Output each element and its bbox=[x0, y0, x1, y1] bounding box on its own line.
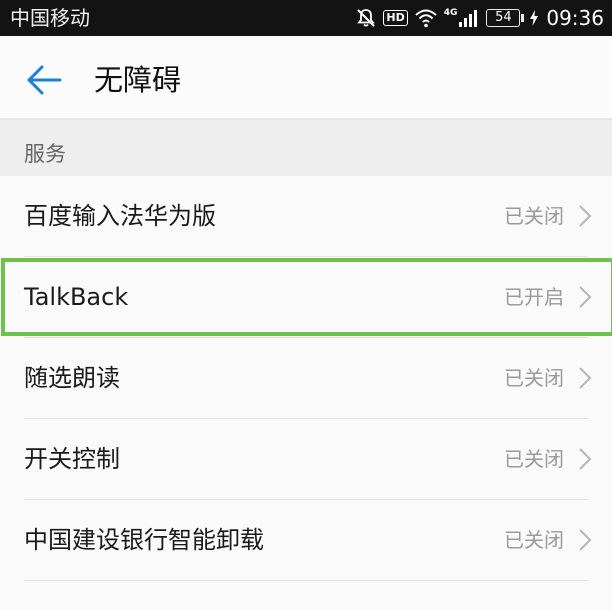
battery-icon: 54 bbox=[486, 9, 525, 27]
list-item-label: 百度输入法华为版 bbox=[24, 202, 216, 230]
list-item-label: 随选朗读 bbox=[24, 364, 120, 392]
arrow-left-icon bbox=[27, 65, 62, 95]
list-item-partial[interactable] bbox=[0, 581, 612, 610]
section-label: 服务 bbox=[24, 142, 66, 166]
wifi-icon bbox=[414, 8, 438, 28]
list-item-label: 开关控制 bbox=[24, 445, 120, 473]
list-item-status: 已关闭 bbox=[504, 366, 564, 390]
section-header: 服务 bbox=[0, 120, 612, 176]
chevron-right-icon bbox=[579, 205, 592, 227]
list-item-status: 已关闭 bbox=[504, 204, 564, 228]
list-item-status: 已关闭 bbox=[504, 528, 564, 552]
mute-icon bbox=[355, 7, 377, 29]
signal-icon: 4G bbox=[444, 8, 481, 28]
back-button[interactable] bbox=[22, 58, 66, 102]
page-title: 无障碍 bbox=[94, 63, 182, 97]
list-item-status: 已关闭 bbox=[504, 447, 564, 471]
battery-cap bbox=[521, 14, 525, 22]
status-bar: 中国移动 HD 4G 54 09:36 bbox=[0, 0, 612, 36]
chevron-right-icon bbox=[579, 367, 592, 389]
list-item-status: 已开启 bbox=[504, 285, 564, 309]
app-bar: 无障碍 bbox=[0, 36, 612, 120]
services-list: 百度输入法华为版 已关闭 TalkBack 已开启 随选朗读 已关闭 开关控制 bbox=[0, 176, 612, 581]
status-time: 09:36 bbox=[546, 6, 604, 30]
charging-icon bbox=[530, 10, 539, 26]
list-item-baidu-input[interactable]: 百度输入法华为版 已关闭 bbox=[0, 176, 612, 257]
battery-level: 54 bbox=[486, 9, 521, 27]
list-item-switch-access[interactable]: 开关控制 已关闭 bbox=[0, 419, 612, 500]
list-item-ccb-smart-uninstall[interactable]: 中国建设银行智能卸载 已关闭 bbox=[0, 500, 612, 581]
chevron-right-icon bbox=[579, 529, 592, 551]
network-type-label: 4G bbox=[443, 8, 458, 18]
hd-voice-icon: HD bbox=[383, 10, 408, 26]
status-icons: HD 4G 54 09:36 bbox=[355, 4, 604, 32]
accessibility-settings-screen: 中国移动 HD 4G 54 09:36 无障碍 服务 百度输入法华为版 已关闭 … bbox=[0, 0, 612, 610]
chevron-right-icon bbox=[579, 448, 592, 470]
list-item-label: 中国建设银行智能卸载 bbox=[24, 526, 264, 554]
list-item-select-to-speak[interactable]: 随选朗读 已关闭 bbox=[0, 338, 612, 419]
carrier-name: 中国移动 bbox=[10, 6, 90, 30]
list-item-talkback[interactable]: TalkBack 已开启 bbox=[0, 257, 612, 338]
list-item-label: TalkBack bbox=[24, 283, 129, 311]
chevron-right-icon bbox=[579, 286, 592, 308]
